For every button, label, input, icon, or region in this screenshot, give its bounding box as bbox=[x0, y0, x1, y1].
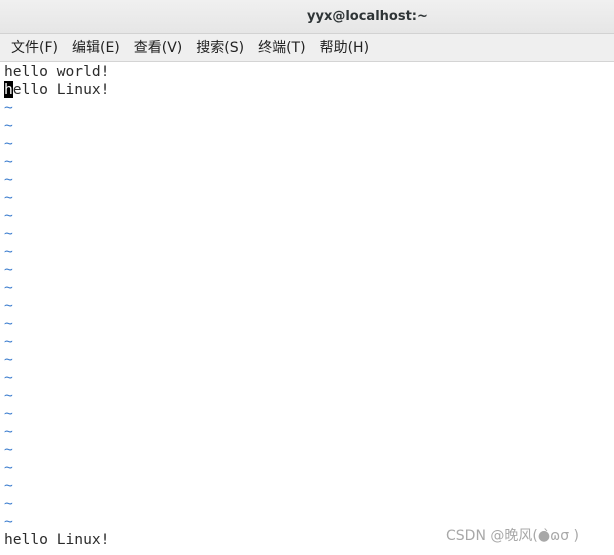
empty-line-marker: ~ bbox=[4, 153, 13, 170]
empty-line-marker: ~ bbox=[4, 297, 13, 314]
buffer-line-2-text: ello Linux! bbox=[12, 81, 110, 98]
empty-line-marker: ~ bbox=[4, 99, 13, 116]
empty-line-marker: ~ bbox=[4, 261, 13, 278]
empty-line-marker: ~ bbox=[4, 225, 13, 242]
empty-line-marker: ~ bbox=[4, 207, 13, 224]
menu-search[interactable]: 搜索(S) bbox=[189, 34, 251, 62]
menu-terminal[interactable]: 终端(T) bbox=[251, 34, 312, 62]
menu-file[interactable]: 文件(F) bbox=[4, 34, 65, 62]
empty-line-marker: ~ bbox=[4, 117, 13, 134]
empty-line-marker: ~ bbox=[4, 333, 13, 350]
buffer-line-1: hello world! bbox=[4, 63, 110, 80]
empty-line-marker: ~ bbox=[4, 423, 13, 440]
menu-help[interactable]: 帮助(H) bbox=[313, 34, 376, 62]
window-title: yyx@localhost:~ bbox=[307, 9, 428, 24]
empty-lines: ~ ~ ~ ~ ~ ~ ~ ~ ~ ~ ~ ~ ~ ~ ~ ~ ~ ~ ~ ~ ~ ~ ~ ~ bbox=[4, 99, 614, 531]
empty-line-marker: ~ bbox=[4, 189, 13, 206]
title-bar[interactable]: yyx@localhost:~ bbox=[0, 0, 614, 34]
empty-line-marker: ~ bbox=[4, 477, 13, 494]
command-line: hello Linux! bbox=[4, 531, 110, 548]
empty-line-marker: ~ bbox=[4, 441, 13, 458]
text-cursor: h bbox=[4, 81, 13, 98]
empty-line-marker: ~ bbox=[4, 369, 13, 386]
empty-line-marker: ~ bbox=[4, 459, 13, 476]
menu-edit[interactable]: 编辑(E) bbox=[65, 34, 127, 62]
empty-line-marker: ~ bbox=[4, 405, 13, 422]
terminal-window: yyx@localhost:~ 文件(F) 编辑(E) 查看(V) 搜索(S) … bbox=[0, 0, 614, 555]
empty-line-marker: ~ bbox=[4, 135, 13, 152]
csdn-watermark: CSDN @晚风(●̀ɷσ ) bbox=[446, 528, 580, 544]
buffer-line-2: hello Linux! bbox=[4, 81, 614, 99]
empty-line-marker: ~ bbox=[4, 495, 13, 512]
empty-line-marker: ~ bbox=[4, 315, 13, 332]
empty-line-marker: ~ bbox=[4, 171, 13, 188]
menu-bar: 文件(F) 编辑(E) 查看(V) 搜索(S) 终端(T) 帮助(H) bbox=[0, 34, 614, 62]
empty-line-marker: ~ bbox=[4, 243, 13, 260]
empty-line-marker: ~ bbox=[4, 387, 13, 404]
menu-view[interactable]: 查看(V) bbox=[127, 34, 190, 62]
terminal-area[interactable]: hello world! hello Linux! ~ ~ ~ ~ ~ ~ ~ ~ ~ ~ ~ ~ ~ ~… bbox=[0, 62, 614, 555]
empty-line-marker: ~ bbox=[4, 279, 13, 296]
empty-line-marker: ~ bbox=[4, 351, 13, 368]
